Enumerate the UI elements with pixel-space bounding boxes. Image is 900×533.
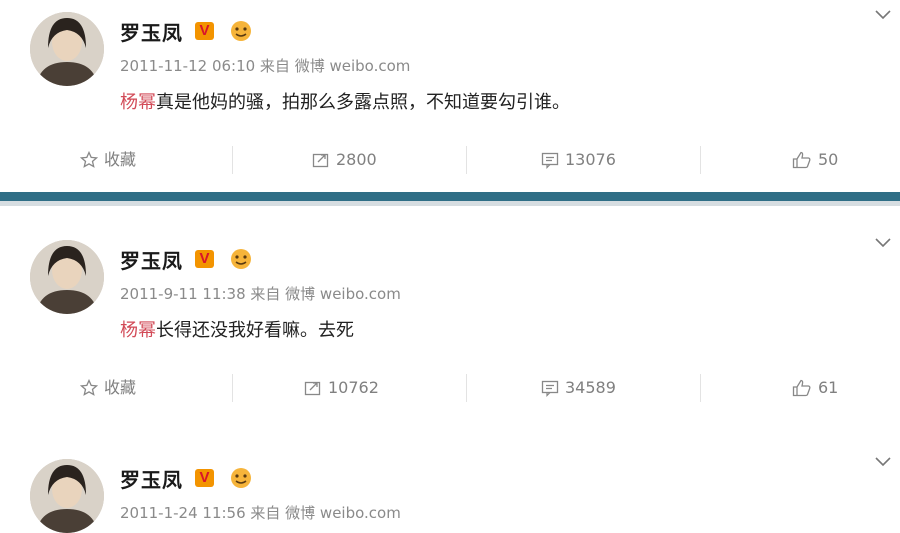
thumbs-up-icon (792, 379, 811, 397)
chevron-down-icon[interactable] (874, 8, 892, 22)
like-button[interactable]: 50 (792, 134, 838, 186)
username[interactable]: 罗玉凤 (120, 464, 183, 493)
chevron-down-icon[interactable] (874, 236, 892, 250)
repost-button[interactable]: 2800 (312, 134, 377, 186)
weibo-post: 罗玉凤 V 2011-11-12 06:10 来自 微博 weibo.com 杨… (0, 0, 900, 192)
verified-badge-icon: V (195, 469, 214, 487)
separator (700, 374, 701, 402)
comment-button[interactable]: 13076 (541, 134, 616, 186)
post-divider (0, 192, 900, 206)
post-text: 真是他妈的骚，拍那么多露点照，不知道要勾引谁。 (156, 92, 570, 113)
separator (232, 374, 233, 402)
like-button[interactable]: 61 (792, 362, 838, 414)
weibo-post: 罗玉凤 V 2011-9-11 11:38 来自 微博 weibo.com 杨幂… (0, 228, 900, 428)
weibo-post: 罗玉凤 V 2011-1-24 11:56 来自 微博 weibo.com (0, 447, 900, 533)
verified-badge-icon: V (195, 250, 214, 268)
avatar[interactable] (30, 459, 104, 533)
action-bar: 收藏 2800 13076 50 (0, 134, 900, 186)
favorite-label: 收藏 (104, 150, 137, 169)
comment-icon (541, 152, 559, 169)
repost-count: 10762 (328, 378, 379, 397)
mention-link[interactable]: 杨幂 (120, 92, 156, 113)
comment-button[interactable]: 34589 (541, 362, 616, 414)
repost-count: 2800 (336, 150, 377, 169)
separator (700, 146, 701, 174)
favorite-label: 收藏 (104, 378, 137, 397)
username[interactable]: 罗玉凤 (120, 17, 183, 46)
smiling-face-icon (231, 249, 251, 269)
chevron-down-icon[interactable] (874, 455, 892, 469)
comment-icon (541, 380, 559, 397)
repost-icon (304, 381, 321, 396)
username[interactable]: 罗玉凤 (120, 245, 183, 274)
comment-count: 34589 (565, 378, 616, 397)
separator (232, 146, 233, 174)
post-meta: 2011-11-12 06:10 来自 微博 weibo.com (120, 57, 411, 75)
favorite-button[interactable]: 收藏 (80, 362, 136, 414)
repost-icon (312, 153, 329, 168)
smiling-face-icon (231, 468, 251, 488)
favorite-button[interactable]: 收藏 (80, 134, 136, 186)
comment-count: 13076 (565, 150, 616, 169)
avatar[interactable] (30, 240, 104, 314)
repost-button[interactable]: 10762 (304, 362, 379, 414)
avatar[interactable] (30, 12, 104, 86)
post-content: 杨幂真是他妈的骚，拍那么多露点照，不知道要勾引谁。 (120, 88, 570, 114)
separator (466, 374, 467, 402)
post-text: 长得还没我好看嘛。去死 (156, 320, 354, 341)
verified-badge-icon: V (195, 22, 214, 40)
like-count: 61 (818, 378, 839, 397)
post-meta: 2011-1-24 11:56 来自 微博 weibo.com (120, 504, 401, 522)
separator (466, 146, 467, 174)
mention-link[interactable]: 杨幂 (120, 320, 156, 341)
post-content: 杨幂长得还没我好看嘛。去死 (120, 316, 354, 342)
like-count: 50 (818, 150, 839, 169)
star-icon (80, 151, 98, 168)
action-bar: 收藏 10762 34589 61 (0, 362, 900, 414)
post-meta: 2011-9-11 11:38 来自 微博 weibo.com (120, 285, 401, 303)
star-icon (80, 379, 98, 396)
smiling-face-icon (231, 21, 251, 41)
thumbs-up-icon (792, 151, 811, 169)
